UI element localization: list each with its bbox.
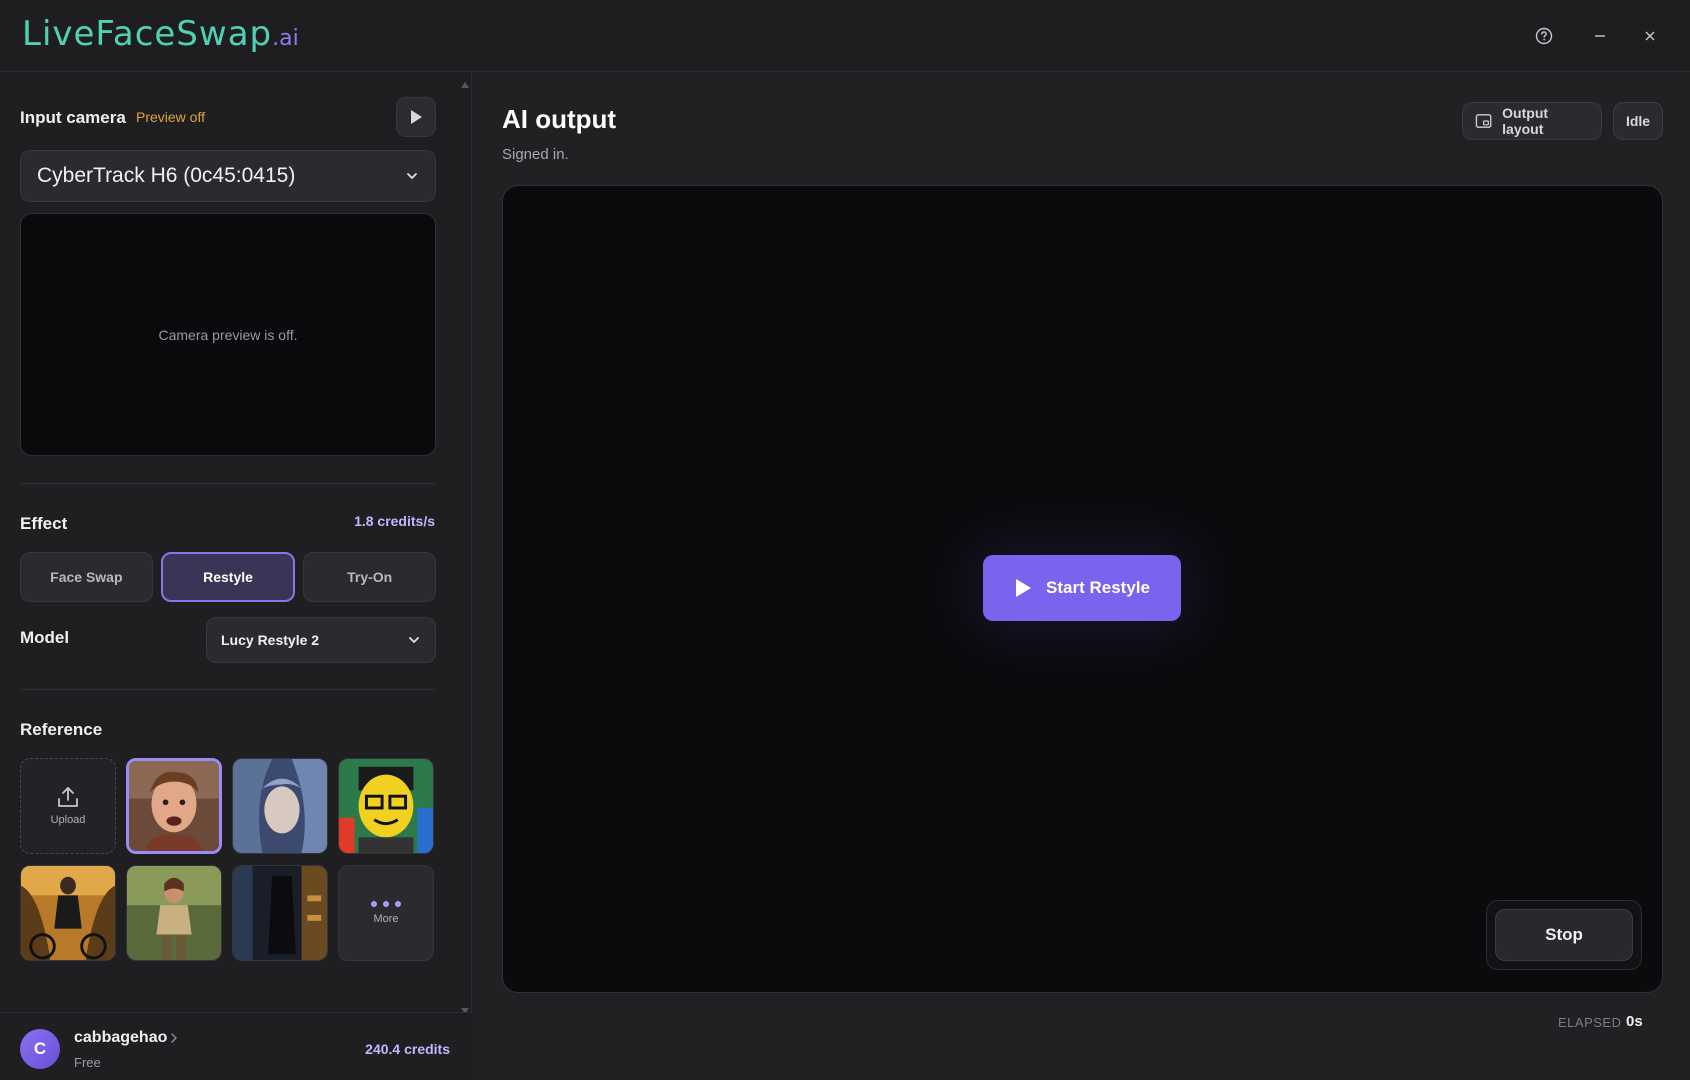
elapsed-label: ELAPSED	[1558, 1015, 1622, 1030]
credits-balance: 240.4 credits	[365, 1041, 450, 1057]
start-restyle-button[interactable]: Start Restyle	[983, 555, 1181, 621]
output-layout-button[interactable]: Output layout	[1462, 102, 1602, 140]
divider	[20, 483, 436, 484]
reference-thumbnail-cyclist[interactable]	[20, 865, 116, 961]
avatar[interactable]: C	[20, 1029, 60, 1069]
output-layout-label: Output layout	[1502, 105, 1549, 137]
preview-play-button[interactable]	[396, 97, 436, 137]
model-select[interactable]: Lucy Restyle 2	[206, 617, 436, 663]
credits-rate: 1.8 credits/s	[354, 513, 435, 529]
title-bar: LiveFaceSwap.ai	[0, 0, 1690, 72]
status-badge: Idle	[1613, 102, 1663, 140]
username[interactable]: cabbagehao	[74, 1029, 167, 1047]
more-label: More	[373, 913, 399, 925]
upload-label: Upload	[50, 814, 86, 826]
start-restyle-label: Start Restyle	[1046, 578, 1150, 597]
stop-button-container: Stop	[1486, 900, 1642, 970]
close-icon[interactable]	[1636, 22, 1664, 50]
reference-thumbnail-explorer[interactable]	[126, 865, 222, 961]
input-camera-title: Input camera	[20, 108, 126, 127]
preview-status-tag: Preview off	[136, 109, 205, 125]
upload-reference-button[interactable]: Upload	[20, 758, 116, 854]
model-select-value: Lucy Restyle 2	[221, 632, 320, 648]
camera-select-value: CyberTrack H6 (0c45:0415)	[37, 164, 296, 187]
play-icon	[1016, 579, 1032, 597]
logo-text: LiveFaceSwap	[22, 14, 273, 54]
reference-thumbnail-blue-hair[interactable]	[232, 758, 328, 854]
more-icon	[371, 901, 401, 907]
reference-thumbnail-cartoon-man[interactable]	[126, 758, 222, 854]
minimize-icon[interactable]	[1586, 22, 1614, 50]
tab-try-on[interactable]: Try-On	[303, 552, 437, 602]
camera-select[interactable]: CyberTrack H6 (0c45:0415)	[20, 150, 436, 202]
tab-restyle[interactable]: Restyle	[160, 552, 296, 602]
divider	[20, 689, 436, 690]
logo-suffix: .ai	[272, 26, 299, 51]
plan-label: Free	[74, 1055, 101, 1070]
more-references-button[interactable]: More	[338, 865, 434, 961]
app-logo: LiveFaceSwap.ai	[22, 14, 299, 54]
layout-icon	[1475, 114, 1492, 128]
help-icon[interactable]	[1530, 22, 1558, 50]
scroll-down-arrow-icon[interactable]	[460, 1002, 470, 1014]
reference-title: Reference	[20, 720, 103, 739]
play-icon	[411, 110, 422, 124]
effect-tabs: Face Swap Restyle Try-On	[20, 552, 437, 602]
stop-button[interactable]: Stop	[1495, 909, 1633, 961]
camera-preview-message: Camera preview is off.	[158, 326, 298, 343]
tab-face-swap[interactable]: Face Swap	[20, 552, 153, 602]
status-message: Signed in.	[502, 146, 569, 163]
chevron-right-icon[interactable]	[170, 1031, 178, 1047]
reference-grid: Upload More	[20, 758, 436, 961]
reference-thumbnail-dark-scene[interactable]	[232, 865, 328, 961]
upload-icon	[58, 787, 78, 807]
user-bar: C cabbagehao Free 240.4 credits	[0, 1012, 472, 1080]
page-title: AI output	[502, 104, 617, 134]
chevron-down-icon	[407, 173, 417, 179]
sidebar: Input camera Preview off CyberTrack H6 (…	[0, 72, 472, 1080]
model-title: Model	[20, 628, 70, 647]
camera-preview: Camera preview is off.	[20, 213, 436, 456]
scroll-up-arrow-icon[interactable]	[460, 76, 470, 88]
effect-title: Effect	[20, 514, 68, 533]
elapsed-value: 0s	[1626, 1013, 1643, 1030]
chevron-down-icon	[409, 637, 419, 643]
reference-thumbnail-pixel-character[interactable]	[338, 758, 434, 854]
